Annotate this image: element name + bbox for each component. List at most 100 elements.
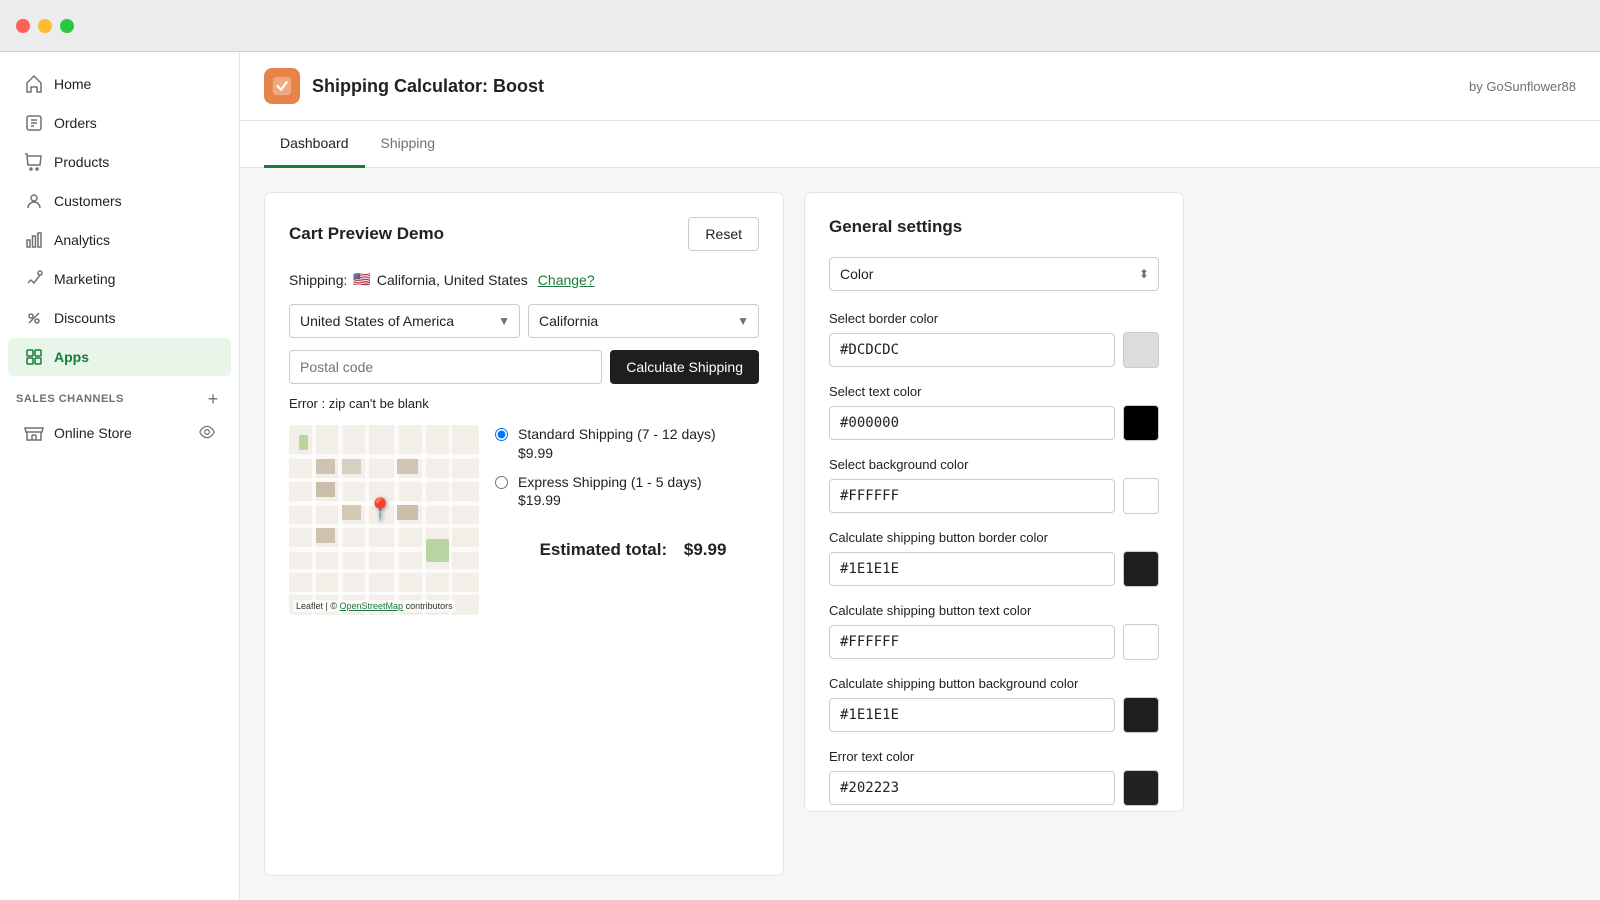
calc-bg-color-label: Calculate shipping button background col… [829, 676, 1159, 691]
sales-channels-section: SALES CHANNELS + [0, 377, 239, 413]
osm-link[interactable]: OpenStreetMap [340, 601, 404, 611]
settings-panel: General settings Color Style Font ⬍ Sele… [804, 192, 1184, 812]
country-select[interactable]: United States of America Canada United K… [289, 304, 520, 338]
calc-text-color-swatch[interactable] [1123, 624, 1159, 660]
sidebar-item-apps[interactable]: Apps [8, 338, 231, 376]
maximize-button[interactable] [60, 19, 74, 33]
calc-border-color-input[interactable]: #1E1E1E [829, 552, 1115, 586]
apps-icon [24, 347, 44, 367]
shipping-option-express: Express Shipping (1 - 5 days) $19.99 [495, 473, 759, 509]
state-select-wrapper: California New York Texas ▼ [528, 304, 759, 338]
calc-border-color-swatch[interactable] [1123, 551, 1159, 587]
border-color-input[interactable]: #DCDCDC [829, 333, 1115, 367]
cart-panel: Cart Preview Demo Reset Shipping: 🇺🇸 Cal… [264, 192, 784, 876]
border-color-row: Select border color #DCDCDC [829, 311, 1159, 368]
minimize-button[interactable] [38, 19, 52, 33]
sidebar-item-label: Home [54, 76, 91, 92]
postal-input[interactable] [289, 350, 602, 384]
bg-color-label: Select background color [829, 457, 1159, 472]
app-logo [264, 68, 300, 104]
customers-icon [24, 191, 44, 211]
cart-panel-title: Cart Preview Demo [289, 224, 444, 244]
sidebar: Home Orders [0, 52, 240, 900]
app-header-left: Shipping Calculator: Boost [264, 68, 544, 104]
shipping-location: California, United States [377, 272, 528, 288]
sidebar-item-label: Analytics [54, 232, 110, 248]
bg-color-swatch[interactable] [1123, 478, 1159, 514]
map-credit: Leaflet | © OpenStreetMap contributors [293, 600, 456, 612]
calc-border-color-label: Calculate shipping button border color [829, 530, 1159, 545]
calc-text-color-input[interactable]: #FFFFFF [829, 625, 1115, 659]
error-text-color-input[interactable]: #202223 [829, 771, 1115, 805]
main-content: Shipping Calculator: Boost by GoSunflowe… [240, 52, 1600, 900]
shipping-option-standard: Standard Shipping (7 - 12 days) $9.99 [495, 425, 759, 461]
sidebar-item-products[interactable]: Products [8, 143, 231, 181]
calc-text-color-label: Calculate shipping button text color [829, 603, 1159, 618]
sidebar-nav: Home Orders [0, 52, 239, 465]
postal-row: Calculate Shipping [289, 350, 759, 384]
tab-dashboard[interactable]: Dashboard [264, 121, 365, 168]
express-shipping-price: $19.99 [518, 492, 702, 508]
shipping-radio-express[interactable] [495, 476, 508, 489]
shipping-options: Standard Shipping (7 - 12 days) $9.99 Ex… [495, 425, 759, 615]
close-button[interactable] [16, 19, 30, 33]
orders-icon [24, 113, 44, 133]
estimated-total-value: $9.99 [684, 540, 727, 559]
state-select[interactable]: California New York Texas [528, 304, 759, 338]
map-pin: 📍 [366, 497, 393, 523]
change-location-link[interactable]: Change? [538, 272, 595, 288]
sidebar-item-customers[interactable]: Customers [8, 182, 231, 220]
discounts-icon [24, 308, 44, 328]
cart-panel-header: Cart Preview Demo Reset [289, 217, 759, 251]
calc-text-color-row: Calculate shipping button text color #FF… [829, 603, 1159, 660]
reset-button[interactable]: Reset [688, 217, 759, 251]
calc-bg-color-input[interactable]: #1E1E1E [829, 698, 1115, 732]
estimated-total-label: Estimated total: [540, 540, 668, 559]
sidebar-item-home[interactable]: Home [8, 65, 231, 103]
sidebar-item-label: Orders [54, 115, 97, 131]
sidebar-item-label: Customers [54, 193, 122, 209]
sidebar-item-marketing[interactable]: Marketing [8, 260, 231, 298]
express-shipping-label: Express Shipping (1 - 5 days) [518, 473, 702, 493]
color-fields: Select border color #DCDCDC Select text … [829, 311, 1159, 812]
home-icon [24, 74, 44, 94]
shipping-label: Shipping: [289, 272, 347, 288]
sidebar-item-label: Marketing [54, 271, 115, 287]
calc-bg-color-swatch[interactable] [1123, 697, 1159, 733]
store-icon [24, 423, 44, 443]
text-color-input[interactable]: #000000 [829, 406, 1115, 440]
border-color-swatch[interactable] [1123, 332, 1159, 368]
calculate-shipping-button[interactable]: Calculate Shipping [610, 350, 759, 384]
tabs-container: Dashboard Shipping [240, 121, 1600, 168]
sidebar-item-label: Products [54, 154, 109, 170]
sidebar-item-online-store[interactable]: Online Store [8, 414, 231, 452]
bg-color-row: Select background color #FFFFFF [829, 457, 1159, 514]
bg-color-input[interactable]: #FFFFFF [829, 479, 1115, 513]
shipping-radio-standard[interactable] [495, 428, 508, 441]
sidebar-item-discounts[interactable]: Discounts [8, 299, 231, 337]
analytics-icon [24, 230, 44, 250]
sidebar-item-analytics[interactable]: Analytics [8, 221, 231, 259]
marketing-icon [24, 269, 44, 289]
app-by: by GoSunflower88 [1469, 79, 1576, 94]
text-color-row: Select text color #000000 [829, 384, 1159, 441]
estimated-total: Estimated total: $9.99 [495, 540, 759, 560]
error-text-color-row: Error text color #202223 [829, 749, 1159, 806]
standard-shipping-label: Standard Shipping (7 - 12 days) [518, 425, 716, 445]
error-text-color-swatch[interactable] [1123, 770, 1159, 806]
settings-dropdown[interactable]: Color Style Font [829, 257, 1159, 291]
app-header: Shipping Calculator: Boost by GoSunflowe… [240, 52, 1600, 121]
calc-border-color-row: Calculate shipping button border color #… [829, 530, 1159, 587]
calc-bg-color-row: Calculate shipping button background col… [829, 676, 1159, 733]
add-sales-channel-button[interactable]: + [203, 389, 223, 409]
sidebar-item-orders[interactable]: Orders [8, 104, 231, 142]
country-select-wrapper: United States of America Canada United K… [289, 304, 520, 338]
tab-shipping[interactable]: Shipping [365, 121, 452, 168]
border-color-label: Select border color [829, 311, 1159, 326]
sidebar-item-label: Apps [54, 349, 89, 365]
titlebar [0, 0, 1600, 52]
eye-icon[interactable] [199, 424, 215, 443]
text-color-swatch[interactable] [1123, 405, 1159, 441]
error-text-color-label: Error text color [829, 749, 1159, 764]
shipping-info-row: Shipping: 🇺🇸 California, United States C… [289, 271, 759, 288]
